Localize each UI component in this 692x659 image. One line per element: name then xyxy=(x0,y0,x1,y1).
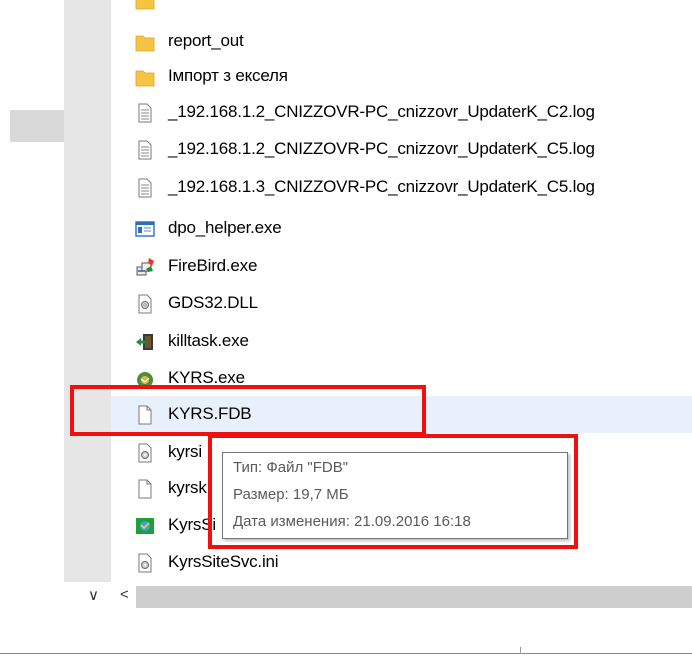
file-name: kyrsk xyxy=(168,478,207,497)
config-file-icon xyxy=(138,553,152,573)
scroll-left-arrow-icon[interactable]: < xyxy=(120,586,129,603)
file-row-firebird[interactable]: FireBird.exe xyxy=(111,248,692,285)
file-name: kyrsi xyxy=(168,442,202,461)
file-name: report_out xyxy=(168,31,244,50)
window-exe-icon xyxy=(135,221,155,237)
highlight-box-kyrs-fdb xyxy=(70,385,426,436)
dll-gear-icon xyxy=(138,294,152,314)
file-name: _192.168.1.2_CNIZZOVR-PC_cnizzovr_Update… xyxy=(168,139,595,158)
file-row-partial-folder[interactable] xyxy=(111,0,692,19)
file-row-gds32[interactable]: GDS32.DLL xyxy=(111,285,692,322)
file-name: _192.168.1.3_CNIZZOVR-PC_cnizzovr_Update… xyxy=(168,177,595,196)
file-name: _192.168.1.2_CNIZZOVR-PC_cnizzovr_Update… xyxy=(168,102,595,121)
left-gray-block xyxy=(10,110,66,142)
file-row-report-out[interactable]: report_out xyxy=(111,23,692,60)
file-row-import-excel[interactable]: Імпорт з екселя xyxy=(111,58,692,95)
highlight-box-tooltip xyxy=(208,434,578,549)
scrollbar-thumb[interactable] xyxy=(136,586,692,608)
killtask-icon xyxy=(136,334,153,350)
kyrs-site-icon xyxy=(136,518,154,534)
folder-icon xyxy=(135,35,155,52)
text-file-icon xyxy=(138,140,152,160)
file-row-log-c2[interactable]: _192.168.1.2_CNIZZOVR-PC_cnizzovr_Update… xyxy=(111,94,692,131)
file-row-killtask[interactable]: killtask.exe xyxy=(111,323,692,360)
file-row-dpo-helper[interactable]: dpo_helper.exe xyxy=(111,210,692,247)
file-name: GDS32.DLL xyxy=(168,293,258,312)
status-bar-separator xyxy=(520,647,521,654)
firebird-icon xyxy=(136,258,154,276)
status-bar-divider xyxy=(0,653,692,654)
file-row-log-c5-2[interactable]: _192.168.1.3_CNIZZOVR-PC_cnizzovr_Update… xyxy=(111,169,692,206)
file-row-kyrssitesvc-ini[interactable]: KyrsSiteSvc.ini xyxy=(111,544,692,581)
file-name: dpo_helper.exe xyxy=(168,218,282,237)
text-file-icon xyxy=(138,178,152,198)
folder-icon xyxy=(135,70,155,87)
file-name: killtask.exe xyxy=(168,331,249,350)
navigation-pane-strip xyxy=(64,0,111,582)
file-row-log-c5[interactable]: _192.168.1.2_CNIZZOVR-PC_cnizzovr_Update… xyxy=(111,131,692,168)
file-name: Імпорт з екселя xyxy=(168,66,288,85)
folder-icon xyxy=(135,0,155,10)
blank-file-icon xyxy=(138,479,152,499)
file-name: KyrsSiteSvc.ini xyxy=(168,552,279,571)
file-name: FireBird.exe xyxy=(168,256,258,275)
config-file-icon xyxy=(138,443,152,463)
chevron-down-icon[interactable]: ∨ xyxy=(88,586,99,604)
text-file-icon xyxy=(138,103,152,123)
